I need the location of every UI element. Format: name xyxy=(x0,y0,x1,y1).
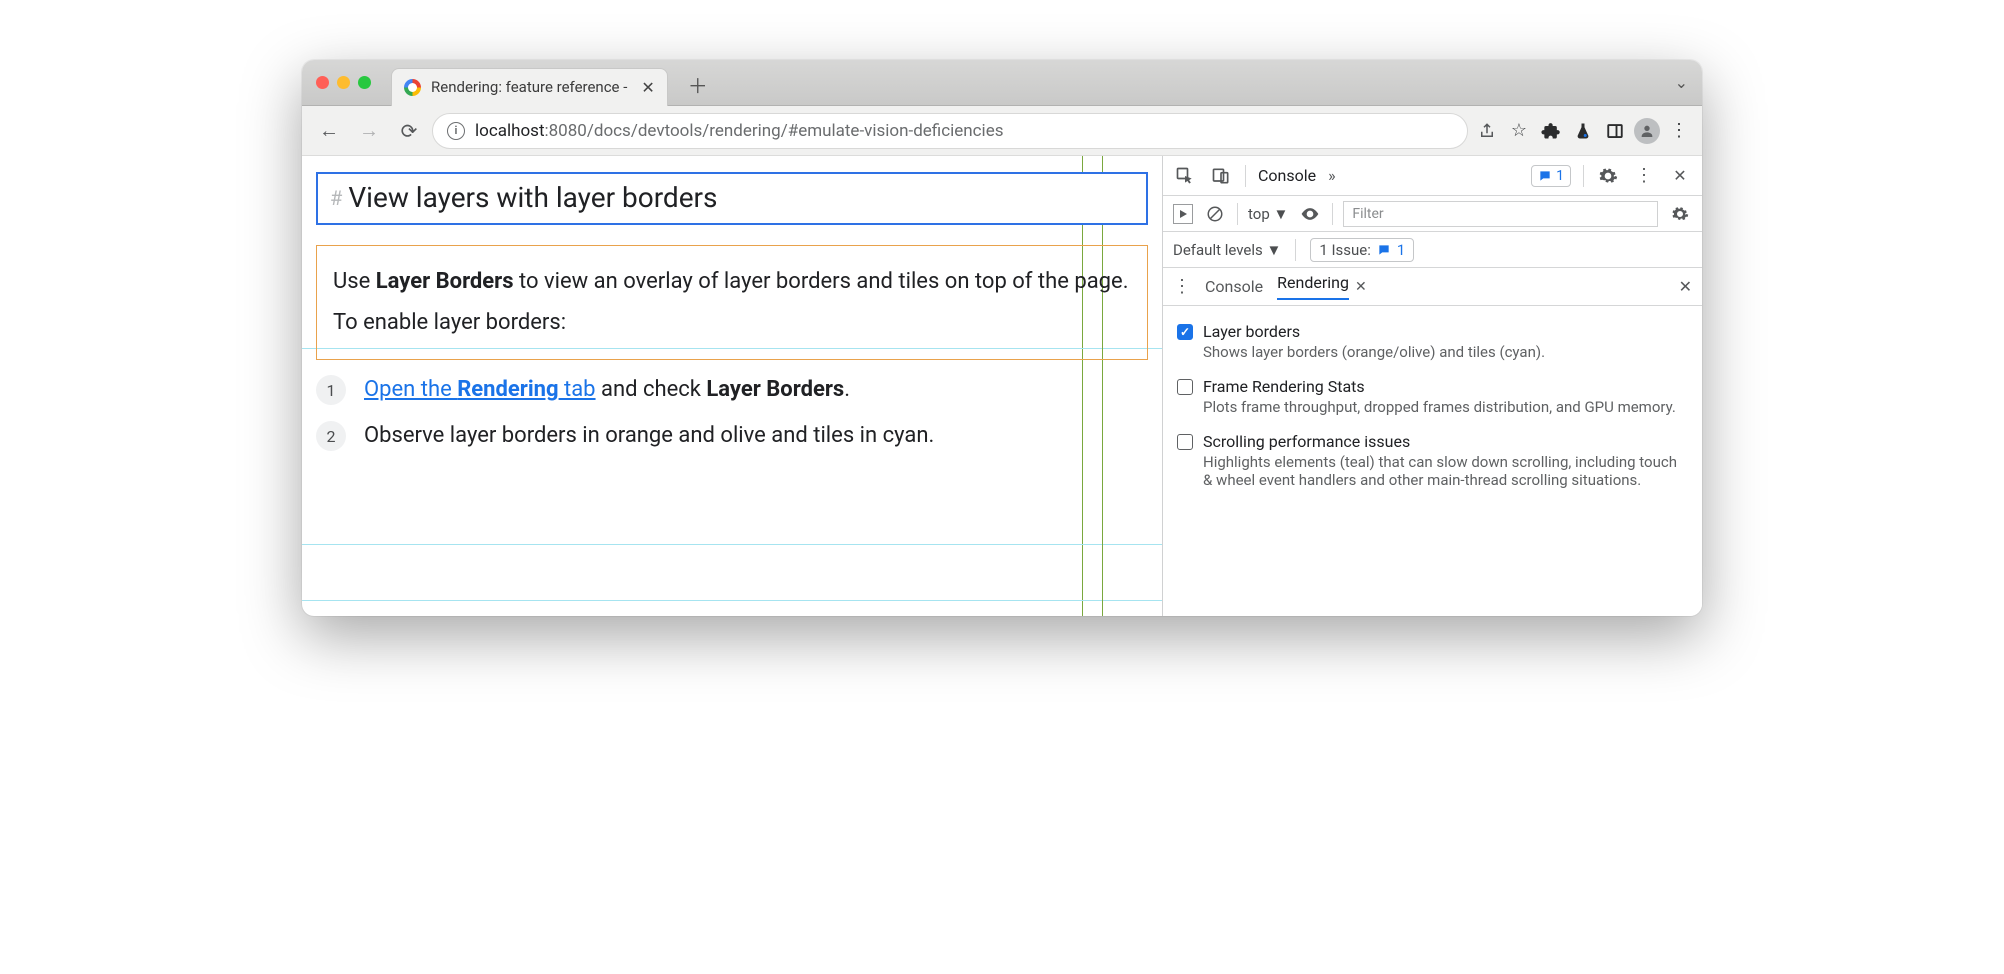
devtools-menu-icon[interactable]: ⋮ xyxy=(1632,164,1656,188)
issues-badge[interactable]: 1 Issue: 1 xyxy=(1310,238,1414,262)
devtools-toolbar: Console » 1 ⋮ ✕ xyxy=(1163,156,1702,196)
heading-highlight: # View layers with layer borders xyxy=(316,172,1148,225)
rendering-options: Layer borders Shows layer borders (orang… xyxy=(1163,306,1702,616)
more-tabs-icon[interactable]: » xyxy=(1328,166,1336,185)
console-filter-row: Default levels ▼ 1 Issue: 1 xyxy=(1163,232,1702,268)
devtools-panel: Console » 1 ⋮ ✕ xyxy=(1162,156,1702,616)
profile-avatar[interactable] xyxy=(1634,118,1660,144)
ordered-list: 1 Open the Rendering tab and check Layer… xyxy=(316,374,1148,452)
step-2-text: Observe layer borders in orange and oliv… xyxy=(364,420,934,452)
option-title: Layer borders xyxy=(1203,322,1545,341)
drawer-menu-icon[interactable]: ⋮ xyxy=(1173,276,1191,297)
zoom-window-button[interactable] xyxy=(358,76,371,89)
titlebar: Rendering: feature reference - ✕ ＋ ⌄ xyxy=(302,60,1702,106)
option-layer-borders[interactable]: Layer borders Shows layer borders (orang… xyxy=(1177,314,1688,369)
open-rendering-link[interactable]: Open the Rendering tab xyxy=(364,377,596,402)
checkbox-frame-stats[interactable] xyxy=(1177,379,1193,395)
new-tab-button[interactable]: ＋ xyxy=(684,71,712,99)
log-levels-select[interactable]: Default levels ▼ xyxy=(1173,241,1281,259)
heading-anchor-icon[interactable]: # xyxy=(330,184,342,213)
sidepanel-icon[interactable] xyxy=(1602,118,1628,144)
browser-window: Rendering: feature reference - ✕ ＋ ⌄ ← →… xyxy=(302,60,1702,616)
paragraph-2: To enable layer borders: xyxy=(333,307,1131,339)
close-drawer-icon[interactable]: ✕ xyxy=(1679,277,1692,296)
context-selector[interactable]: top ▼ xyxy=(1248,205,1288,223)
minimize-window-button[interactable] xyxy=(337,76,350,89)
url-text: localhost:8080/docs/devtools/rendering/#… xyxy=(475,121,1003,141)
settings-gear-icon[interactable] xyxy=(1596,164,1620,188)
tab-overflow-icon[interactable]: ⌄ xyxy=(1675,73,1688,92)
share-icon[interactable] xyxy=(1474,118,1500,144)
forward-button[interactable]: → xyxy=(352,114,386,148)
paragraph-1: Use Layer Borders to view an overlay of … xyxy=(333,266,1131,298)
bookmark-star-icon[interactable]: ☆ xyxy=(1506,118,1532,144)
step-number: 2 xyxy=(316,421,346,451)
inspect-element-icon[interactable] xyxy=(1173,164,1197,188)
labs-flask-icon[interactable] xyxy=(1570,118,1596,144)
console-toolbar: top ▼ Filter xyxy=(1163,196,1702,232)
step-1-text: Open the Rendering tab and check Layer B… xyxy=(364,374,850,406)
chrome-favicon-icon xyxy=(404,79,421,96)
layer-border-box: Use Layer Borders to view an overlay of … xyxy=(316,245,1148,361)
list-item: 2 Observe layer borders in orange and ol… xyxy=(316,420,1148,452)
close-tab-icon[interactable]: ✕ xyxy=(641,78,654,97)
option-desc: Plots frame throughput, dropped frames d… xyxy=(1203,398,1676,416)
rendered-page: # View layers with layer borders Use Lay… xyxy=(302,156,1162,616)
close-devtools-icon[interactable]: ✕ xyxy=(1668,164,1692,188)
devtools-tab-console[interactable]: Console xyxy=(1258,166,1316,185)
option-title: Frame Rendering Stats xyxy=(1203,377,1676,396)
console-settings-gear-icon[interactable] xyxy=(1668,202,1692,226)
back-button[interactable]: ← xyxy=(312,114,346,148)
option-scrolling-performance[interactable]: Scrolling performance issues Highlights … xyxy=(1177,424,1688,497)
play-icon[interactable] xyxy=(1173,204,1193,224)
extensions-puzzle-icon[interactable] xyxy=(1538,118,1564,144)
tab-title: Rendering: feature reference - xyxy=(431,78,627,96)
list-item: 1 Open the Rendering tab and check Layer… xyxy=(316,374,1148,406)
page-heading: View layers with layer borders xyxy=(348,178,717,219)
browser-tab[interactable]: Rendering: feature reference - ✕ xyxy=(391,68,668,106)
checkbox-scrolling[interactable] xyxy=(1177,434,1193,450)
checkbox-layer-borders[interactable] xyxy=(1177,324,1193,340)
filter-input[interactable]: Filter xyxy=(1343,201,1658,227)
drawer-tab-rendering[interactable]: Rendering xyxy=(1277,273,1349,300)
article: # View layers with layer borders Use Lay… xyxy=(302,156,1162,476)
site-info-icon[interactable]: i xyxy=(447,122,465,140)
step-number: 1 xyxy=(316,375,346,405)
clear-console-icon[interactable] xyxy=(1203,202,1227,226)
drawer-tabbar: ⋮ Console Rendering ✕ ✕ xyxy=(1163,268,1702,306)
device-toolbar-icon[interactable] xyxy=(1209,164,1233,188)
close-window-button[interactable] xyxy=(316,76,329,89)
toolbar: ← → ⟳ i localhost:8080/docs/devtools/ren… xyxy=(302,106,1702,156)
live-expression-eye-icon[interactable] xyxy=(1298,202,1322,226)
content-area: # View layers with layer borders Use Lay… xyxy=(302,156,1702,616)
drawer-tab-console[interactable]: Console xyxy=(1205,277,1263,296)
address-bar[interactable]: i localhost:8080/docs/devtools/rendering… xyxy=(432,113,1468,149)
option-desc: Shows layer borders (orange/olive) and t… xyxy=(1203,343,1545,361)
option-frame-rendering-stats[interactable]: Frame Rendering Stats Plots frame throug… xyxy=(1177,369,1688,424)
traffic-lights xyxy=(316,76,371,89)
reload-button[interactable]: ⟳ xyxy=(392,114,426,148)
messages-badge[interactable]: 1 xyxy=(1531,165,1571,187)
close-rendering-tab-icon[interactable]: ✕ xyxy=(1355,279,1367,295)
kebab-menu-icon[interactable]: ⋮ xyxy=(1666,118,1692,144)
option-desc: Highlights elements (teal) that can slow… xyxy=(1203,453,1688,489)
option-title: Scrolling performance issues xyxy=(1203,432,1688,451)
